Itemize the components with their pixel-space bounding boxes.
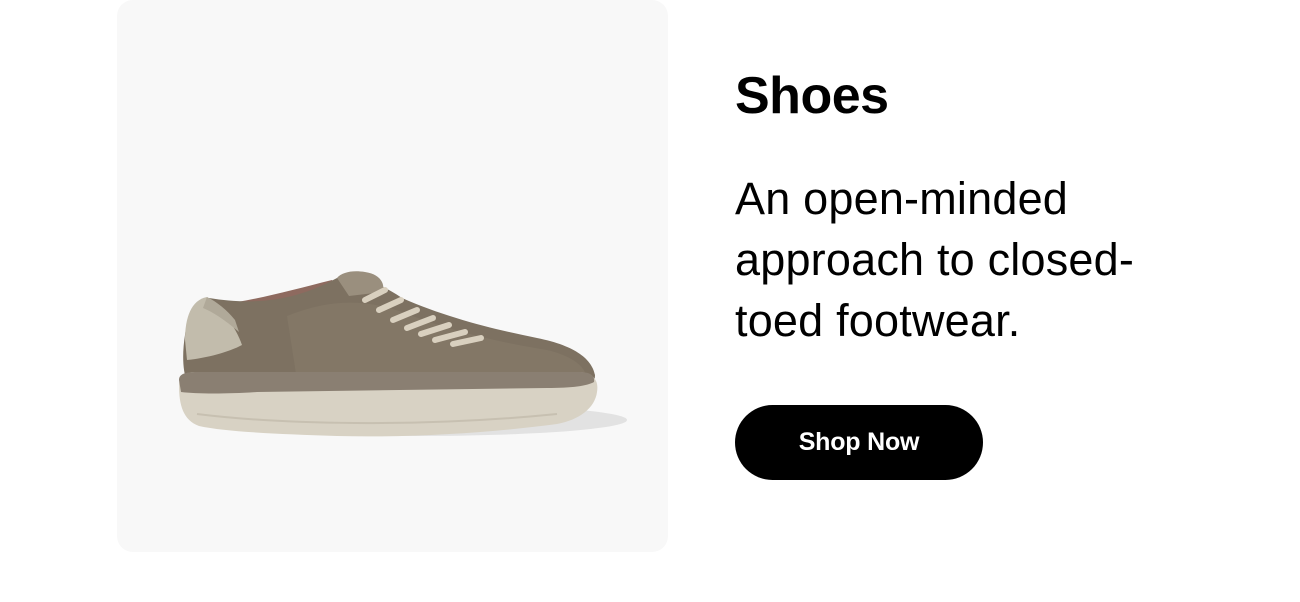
description-line: toed footwear. xyxy=(735,295,1021,346)
category-description: An open-minded approach to closed- toed … xyxy=(735,168,1215,351)
product-image-card[interactable] xyxy=(117,0,668,552)
category-title: Shoes xyxy=(735,67,889,125)
description-line: approach to closed- xyxy=(735,234,1135,285)
shop-now-button[interactable]: Shop Now xyxy=(735,405,983,480)
sneaker-shoe-image xyxy=(179,271,627,437)
description-line: An open-minded xyxy=(735,173,1069,224)
